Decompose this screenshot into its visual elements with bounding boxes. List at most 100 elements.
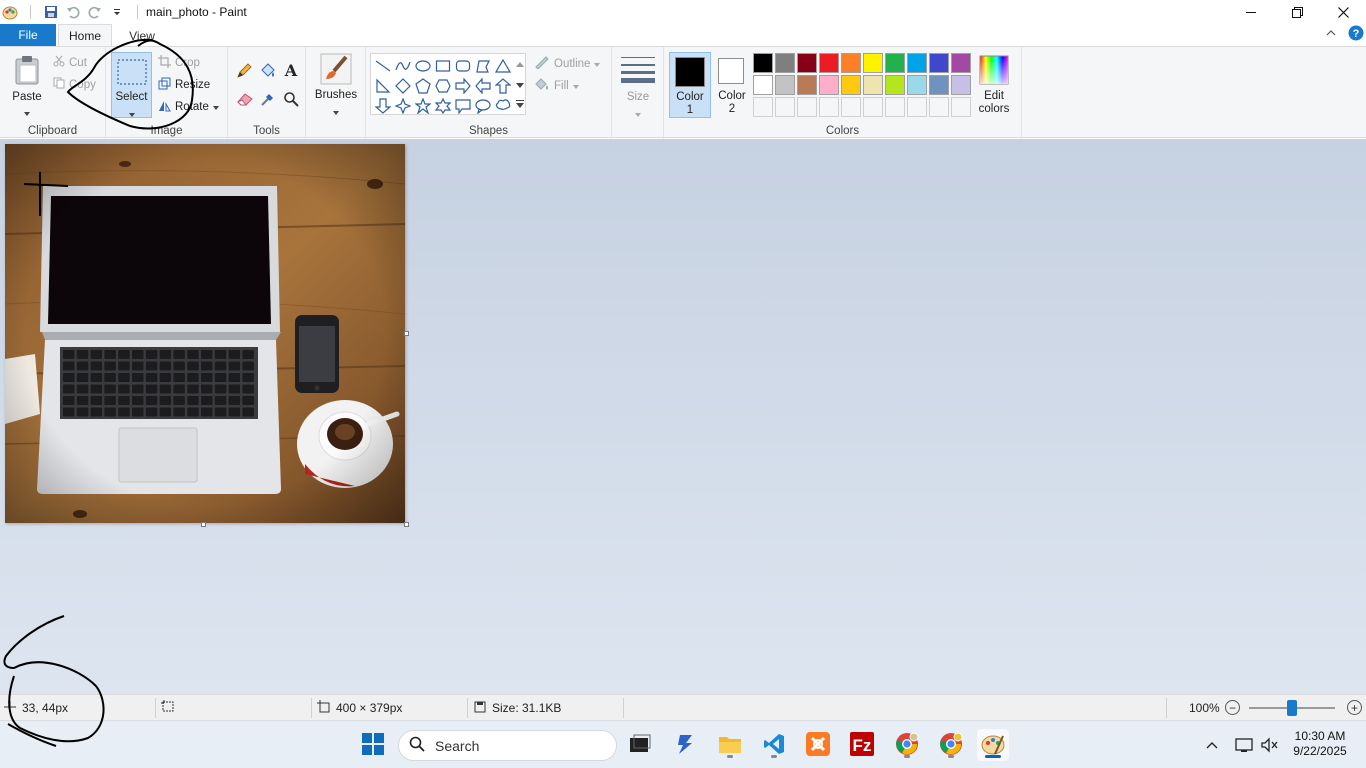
show-hidden-icons-button[interactable] — [1196, 729, 1228, 761]
close-icon[interactable] — [1320, 0, 1366, 24]
copy-button[interactable]: Copy — [53, 77, 96, 92]
text-tool-icon[interactable]: A — [283, 61, 299, 81]
line-shape-icon[interactable] — [373, 56, 393, 76]
oval-shape-icon[interactable] — [413, 56, 433, 76]
fill-button[interactable]: Fill — [534, 77, 579, 94]
four-point-star-shape-icon[interactable] — [393, 96, 413, 116]
taskbar-search-box[interactable]: Search — [398, 730, 617, 761]
rounded-rectangle-shape-icon[interactable] — [453, 56, 473, 76]
color-picker-icon[interactable] — [260, 91, 276, 110]
pentagon-shape-icon[interactable] — [413, 76, 433, 96]
oval-callout-shape-icon[interactable] — [473, 96, 493, 116]
custom-color-slot[interactable] — [907, 97, 927, 117]
paint-app-icon[interactable] — [2, 4, 18, 20]
resize-handle-corner[interactable] — [404, 522, 409, 527]
zoom-slider-thumb[interactable] — [1287, 700, 1297, 716]
rotate-button[interactable]: Rotate — [158, 99, 219, 115]
palette-swatch[interactable] — [841, 53, 861, 73]
taskbar-app-vscode[interactable] — [758, 729, 790, 761]
left-arrow-shape-icon[interactable] — [473, 76, 493, 96]
custom-color-slot[interactable] — [863, 97, 883, 117]
taskbar-app-paint[interactable] — [977, 729, 1009, 761]
outline-button[interactable]: Outline — [534, 55, 601, 72]
color1-button[interactable]: Color 1 — [669, 52, 711, 118]
save-icon[interactable] — [43, 4, 59, 20]
tab-home[interactable]: Home — [58, 24, 112, 47]
palette-swatch[interactable] — [797, 53, 817, 73]
up-arrow-shape-icon[interactable] — [493, 76, 513, 96]
palette-swatch[interactable] — [929, 53, 949, 73]
custom-color-slot[interactable] — [885, 97, 905, 117]
taskbar-app-xampp[interactable] — [802, 729, 834, 761]
polygon-shape-icon[interactable] — [473, 56, 493, 76]
tray-volume-muted-icon[interactable] — [1253, 729, 1285, 761]
collapse-ribbon-chevron-icon[interactable] — [1326, 27, 1336, 41]
palette-swatch[interactable] — [841, 75, 861, 95]
crop-button[interactable]: Crop — [158, 55, 200, 71]
resize-handle-bottom[interactable] — [201, 522, 206, 527]
hexagon-shape-icon[interactable] — [433, 76, 453, 96]
rectangle-shape-icon[interactable] — [433, 56, 453, 76]
custom-color-slot[interactable] — [753, 97, 773, 117]
drawing-canvas[interactable] — [5, 144, 405, 523]
shapes-scroll-up-icon[interactable] — [516, 56, 524, 70]
taskbar-app-chrome-profile2[interactable] — [935, 729, 967, 761]
minimize-icon[interactable] — [1228, 0, 1274, 24]
tab-view[interactable]: View — [118, 24, 166, 47]
palette-swatch[interactable] — [775, 53, 795, 73]
palette-swatch[interactable] — [819, 53, 839, 73]
select-button[interactable]: Select — [111, 52, 152, 118]
palette-swatch[interactable] — [775, 75, 795, 95]
cloud-callout-shape-icon[interactable] — [493, 96, 513, 116]
resize-handle-right[interactable] — [404, 331, 409, 336]
paste-dropdown-icon[interactable] — [24, 105, 30, 119]
task-view-button[interactable] — [624, 729, 656, 761]
cut-button[interactable]: Cut — [53, 55, 87, 70]
palette-swatch[interactable] — [885, 75, 905, 95]
canvas-workspace[interactable] — [0, 139, 1366, 694]
brushes-dropdown-icon[interactable] — [333, 104, 339, 118]
palette-swatch[interactable] — [753, 75, 773, 95]
custom-color-slot[interactable] — [775, 97, 795, 117]
edit-colors-button[interactable]: Edit colors — [975, 52, 1013, 118]
start-button[interactable] — [357, 729, 389, 761]
eraser-icon[interactable] — [236, 91, 254, 110]
taskbar-app-power-automate[interactable] — [669, 729, 701, 761]
diamond-shape-icon[interactable] — [393, 76, 413, 96]
fill-bucket-icon[interactable] — [259, 62, 277, 83]
palette-swatch[interactable] — [863, 53, 883, 73]
five-point-star-shape-icon[interactable] — [413, 96, 433, 116]
palette-swatch[interactable] — [819, 75, 839, 95]
palette-swatch[interactable] — [951, 53, 971, 73]
system-clock[interactable]: 10:30 AM 9/22/2025 — [1286, 729, 1354, 759]
palette-swatch[interactable] — [863, 75, 883, 95]
help-icon[interactable]: ? — [1348, 25, 1364, 44]
zoom-out-icon[interactable]: − — [1225, 700, 1240, 715]
pencil-icon[interactable] — [236, 63, 252, 82]
undo-icon[interactable] — [65, 4, 81, 20]
curve-shape-icon[interactable] — [393, 56, 413, 76]
shapes-scroll-down-icon[interactable] — [516, 78, 524, 92]
select-dropdown-icon[interactable] — [129, 106, 135, 120]
six-point-star-shape-icon[interactable] — [433, 96, 453, 116]
brushes-button[interactable]: Brushes — [310, 51, 362, 117]
size-button[interactable]: Size — [618, 53, 658, 119]
tab-file[interactable]: File — [0, 24, 56, 46]
zoom-in-icon[interactable]: + — [1347, 700, 1362, 715]
custom-color-slot[interactable] — [929, 97, 949, 117]
resize-button[interactable]: Resize — [158, 77, 210, 93]
shapes-expand-icon[interactable] — [516, 98, 524, 112]
palette-swatch[interactable] — [929, 75, 949, 95]
rotate-dropdown-icon[interactable] — [212, 101, 219, 113]
right-arrow-shape-icon[interactable] — [453, 76, 473, 96]
taskbar-app-filezilla[interactable]: Fz — [846, 729, 878, 761]
color2-button[interactable]: Color 2 — [713, 52, 751, 118]
right-triangle-shape-icon[interactable] — [373, 76, 393, 96]
palette-swatch[interactable] — [907, 75, 927, 95]
taskbar-app-file-explorer[interactable] — [714, 729, 746, 761]
custom-color-slot[interactable] — [951, 97, 971, 117]
restore-icon[interactable] — [1274, 0, 1320, 24]
redo-icon[interactable] — [87, 4, 103, 20]
taskbar-app-chrome-profile1[interactable] — [891, 729, 923, 761]
custom-color-slot[interactable] — [797, 97, 817, 117]
